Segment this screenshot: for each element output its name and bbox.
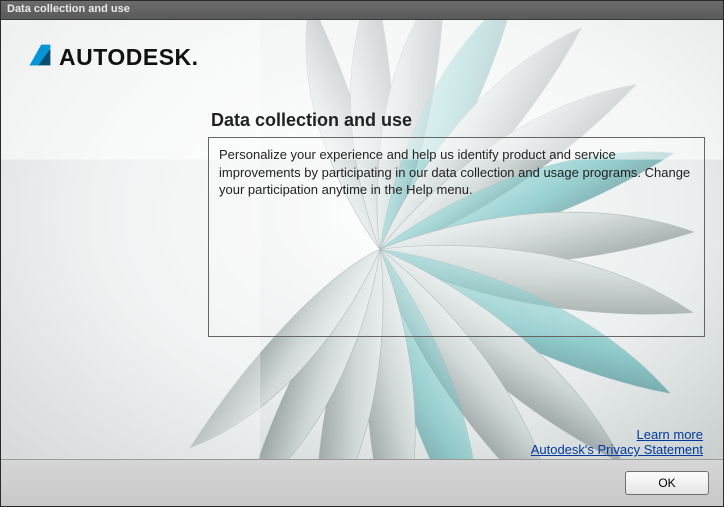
- panel-heading: Data collection and use: [211, 110, 705, 131]
- footer-bar: OK: [1, 459, 723, 506]
- autodesk-logo: AUTODESK.: [27, 42, 199, 73]
- main-panel: Data collection and use Personalize your…: [208, 110, 705, 337]
- dialog-window: Data collection and use: [0, 0, 724, 507]
- autodesk-logo-icon: [27, 42, 53, 73]
- titlebar: Data collection and use: [1, 1, 723, 20]
- logo-text: AUTODESK.: [59, 44, 199, 71]
- panel-body-box: Personalize your experience and help us …: [208, 137, 705, 337]
- ok-button[interactable]: OK: [625, 471, 709, 495]
- logo-row: AUTODESK.: [1, 20, 723, 110]
- privacy-statement-link[interactable]: Autodesk's Privacy Statement: [531, 442, 703, 457]
- panel-body-text: Personalize your experience and help us …: [219, 147, 690, 197]
- window-title: Data collection and use: [7, 3, 130, 15]
- logo-period: .: [192, 44, 199, 70]
- links-area: Learn more Autodesk's Privacy Statement: [531, 427, 703, 457]
- content: AUTODESK. Data collection and use Person…: [1, 20, 723, 506]
- logo-brand: AUTODESK: [59, 44, 192, 70]
- client-area: AUTODESK. Data collection and use Person…: [1, 20, 723, 506]
- learn-more-link[interactable]: Learn more: [531, 427, 703, 442]
